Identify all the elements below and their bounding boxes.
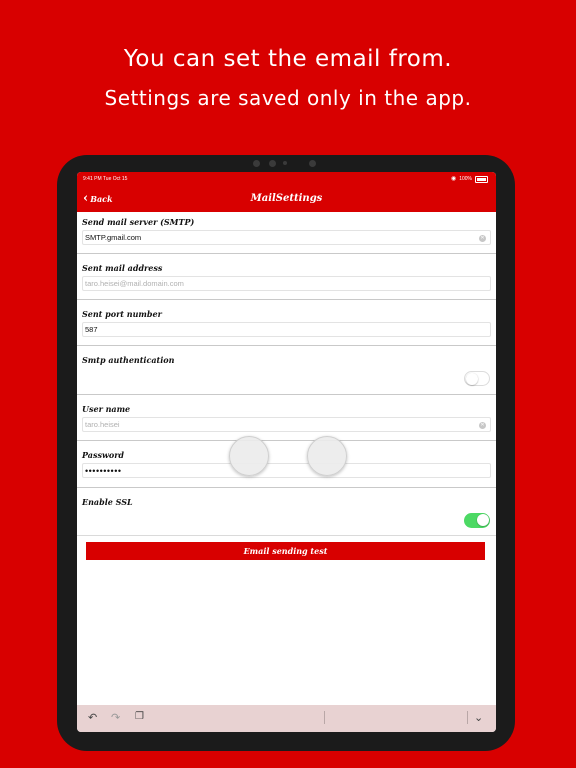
- touch-indicator: [229, 436, 269, 476]
- touch-indicator: [307, 436, 347, 476]
- settings-form: Send mail server (SMTP) SMTP.gmail.com ✕…: [77, 212, 496, 536]
- smtp-input[interactable]: SMTP.gmail.com ✕: [82, 230, 491, 245]
- page-title: MailSettings: [250, 193, 323, 204]
- sensor-dot: [269, 160, 276, 167]
- sensor-dot: [253, 160, 260, 167]
- sensor-dot: [283, 161, 287, 165]
- status-right: ◉ 100%: [451, 172, 488, 186]
- port-label: Sent port number: [82, 309, 162, 319]
- wifi-icon: ◉: [450, 176, 457, 182]
- auth-label: Smtp authentication: [82, 355, 175, 365]
- smtp-section: Send mail server (SMTP) SMTP.gmail.com ✕: [77, 212, 496, 254]
- port-section: Sent port number 587: [77, 300, 496, 346]
- port-value: 587: [85, 325, 98, 334]
- ssl-section: Enable SSL: [77, 488, 496, 536]
- navigation-bar: ‹ Back MailSettings: [77, 186, 496, 212]
- password-section: Password ••••••••••: [77, 441, 496, 488]
- smtp-value: SMTP.gmail.com: [85, 233, 142, 242]
- toggle-knob: [466, 372, 478, 385]
- address-section: Sent mail address taro.heisei@mail.domai…: [77, 254, 496, 300]
- camera-lens: [309, 160, 316, 167]
- battery-icon: [475, 175, 488, 183]
- status-time: 9:41 PM Tue Oct 15: [83, 176, 128, 182]
- email-test-button[interactable]: Email sending test: [86, 542, 485, 560]
- username-label: User name: [82, 404, 131, 414]
- promo-line-1: You can set the email from.: [123, 46, 453, 72]
- keyboard-shortcut-bar: ↶ ↷ ❐ ⌄: [77, 705, 496, 732]
- keyboard-dismiss-icon[interactable]: ⌄: [474, 711, 483, 724]
- redo-icon[interactable]: ↷: [111, 711, 120, 724]
- username-input[interactable]: taro.heisei ✕: [82, 417, 491, 432]
- username-section: User name taro.heisei ✕: [77, 395, 496, 441]
- smtp-label: Send mail server (SMTP): [82, 217, 195, 227]
- username-placeholder: taro.heisei: [85, 420, 120, 429]
- battery-percent: 100%: [459, 176, 472, 182]
- address-input[interactable]: taro.heisei@mail.domain.com: [82, 276, 491, 291]
- divider: [324, 711, 325, 724]
- ssl-toggle[interactable]: [464, 513, 490, 528]
- status-bar: 9:41 PM Tue Oct 15 ◉ 100%: [77, 172, 496, 186]
- toggle-knob: [477, 514, 489, 526]
- ssl-label: Enable SSL: [82, 497, 133, 507]
- paste-icon[interactable]: ❐: [135, 711, 144, 722]
- address-label: Sent mail address: [82, 263, 163, 273]
- app-screen: 9:41 PM Tue Oct 15 ◉ 100% ‹ Back MailSet…: [77, 172, 496, 732]
- password-value: ••••••••••: [85, 466, 122, 476]
- divider: [467, 711, 468, 724]
- address-placeholder: taro.heisei@mail.domain.com: [85, 279, 184, 288]
- password-input[interactable]: ••••••••••: [82, 463, 491, 478]
- clear-icon[interactable]: ✕: [479, 234, 486, 242]
- auth-toggle[interactable]: [464, 371, 490, 386]
- clear-icon[interactable]: ✕: [479, 421, 486, 429]
- port-input[interactable]: 587: [82, 322, 491, 337]
- password-label: Password: [82, 450, 125, 460]
- undo-icon[interactable]: ↶: [88, 711, 97, 724]
- promo-line-2: Settings are saved only in the app.: [104, 86, 472, 110]
- auth-section: Smtp authentication: [77, 346, 496, 395]
